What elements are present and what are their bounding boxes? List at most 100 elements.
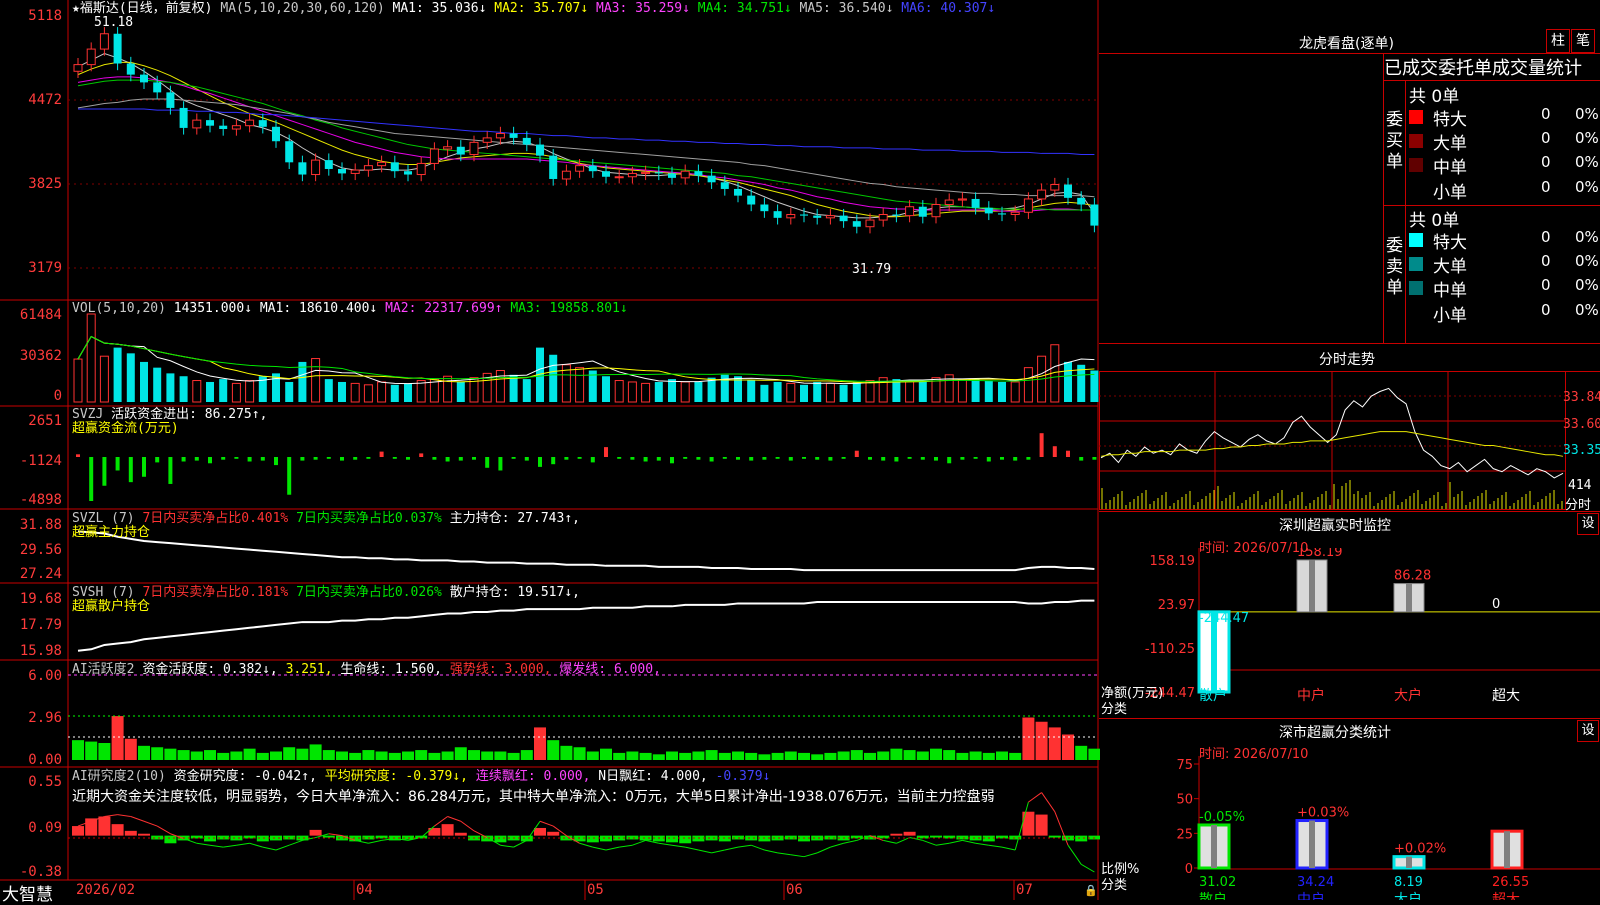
svsh-axis-tick: 15.98 [19,643,62,659]
x-axis-label: 2026/02 [76,882,136,898]
svzj-bar [749,457,754,461]
volume-bar [707,377,716,402]
lock-icon[interactable]: 🔒 [1084,884,1098,897]
ai-activity-bar [428,752,441,760]
volume-bar [140,361,148,402]
sell-row-medium: 中单 0 0% [1407,276,1600,301]
ma-line-ma5 [77,98,1095,198]
ai-research-bar [256,835,269,842]
candle-down [126,63,135,75]
ai-research-line [817,846,831,854]
ma-line-ma6 [78,108,1095,156]
volume-bar [416,380,426,403]
ai-research-bar [375,835,388,839]
volume-bar [192,380,202,403]
ai-research-bar [652,835,665,842]
ai-activity-bars [72,716,1100,760]
svzj-bar [1079,457,1084,461]
ai-research-bar [1075,835,1088,842]
sz-settings-button[interactable]: 设 [1577,513,1599,535]
ai-research-line [500,844,514,848]
svzj-bar [802,457,806,459]
ai-research-bar [309,829,322,836]
ai-activity-bar [190,751,203,760]
cls-bar-category: 中户 [1297,891,1325,900]
volume-bar [113,347,122,402]
intraday-y-tick: 33.84 [1563,390,1600,405]
candle-down [219,125,228,130]
ai-activity-bar [916,751,929,760]
volume-bar [298,361,307,402]
svsh-holding-line [77,599,1095,652]
cls-stats-title: 深市超赢分类统计 [1279,725,1391,741]
ai-research-line [368,839,382,844]
ai-activity-bar [745,752,758,760]
ai-research-line [632,839,646,846]
ai-research-line [1080,863,1095,873]
color-swatch [1409,233,1423,247]
candlestick-series [73,27,1099,234]
ma-line-ma2 [77,61,1095,218]
candle-up [865,219,875,228]
svzj-bar [894,457,899,462]
candle-down [588,165,597,172]
candle-up [469,141,479,156]
svzj-bar [287,457,292,495]
cls-y-tick: 75 [1176,758,1193,773]
volume-bar [126,353,135,402]
tick-view-button[interactable]: 笔 [1571,29,1595,53]
candle-up [377,161,387,167]
stock-title: ★福斯达(日线，前复权) [72,1,213,16]
color-swatch [1409,257,1423,271]
x-axis-label: 04 [356,882,373,898]
svzl-axis-tick: 31.88 [19,517,62,533]
svzl-name: SVZL (7) [72,511,135,526]
svzj-bar [208,457,212,464]
vol-axis-tick: 0 [53,388,62,404]
candle-down [720,182,729,189]
ai-activity-bar [837,751,850,760]
svzj-bar [313,457,318,460]
volume-bar [786,382,796,403]
volume-bars [73,313,1099,403]
buy-total: 共 0单 [1409,87,1460,107]
svsh-ratio-b: 7日内买卖净占比0.026% [296,585,442,600]
volume-bar [905,380,915,403]
ai-activity-bar [388,752,401,760]
svzj-bar [934,457,938,461]
vol-value: 14351.000↓ [173,301,253,316]
ai1-name: AI活跃度2 [72,662,135,677]
volume-bar [852,381,861,402]
candle-up [482,137,492,143]
candle-down [892,214,901,216]
candle-down [285,141,294,163]
candle-down [456,146,465,155]
candle-down [153,82,162,93]
ai-activity-bar [124,738,137,760]
volume-bar [839,384,848,402]
intraday-volume-max: 414 [1568,478,1592,493]
svsh-line [77,599,1095,652]
candle-up [627,172,637,178]
volume-bar [522,379,531,402]
ai-research-line [579,842,593,848]
candle-up [825,215,835,219]
ai-activity-bar [507,752,520,760]
candle-down [852,221,861,227]
ai-research-line [1028,792,1042,803]
ma-params: MA(5,10,20,30,60,120) [220,1,385,16]
cls-y-tick: 25 [1176,827,1193,842]
sz-y-tick: 158.19 [1150,554,1196,569]
svzl-axis-tick: 29.56 [19,542,62,558]
ai2-header: AI研究度2(10) 资金研究度: -0.042↑, 平均研究度: -0.379… [72,770,770,784]
ai-research-line [605,846,620,851]
candle-up [416,162,426,176]
ai-activity-bar [666,751,678,760]
volume-bar [311,358,321,403]
ai-activity-bar [864,752,876,760]
ai-activity-bar [626,751,639,760]
dragon-panel-title: 龙虎看盘(逐单) [1299,36,1394,52]
bar-view-button[interactable]: 柱 [1546,29,1570,53]
cls-settings-button[interactable]: 设 [1577,720,1599,742]
svzj-bar [76,454,80,457]
